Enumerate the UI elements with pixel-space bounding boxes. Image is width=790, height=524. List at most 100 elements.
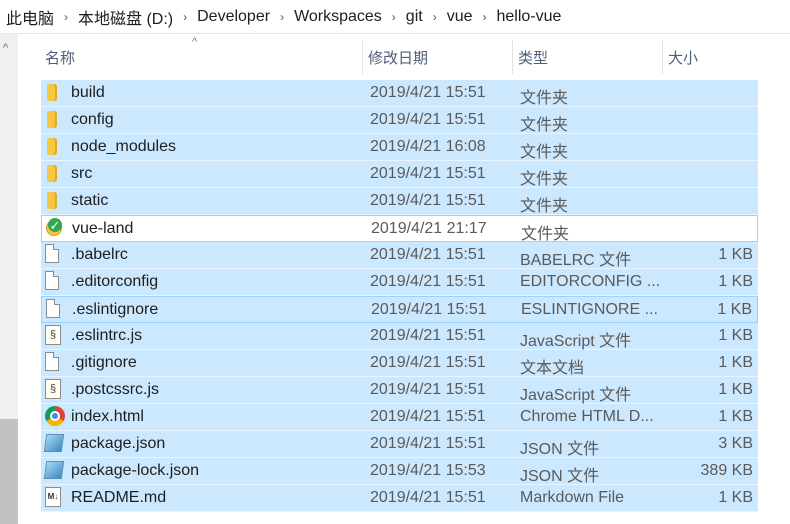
synced-folder-icon	[46, 218, 62, 236]
file-name: config	[71, 111, 114, 128]
breadcrumb-item[interactable]: vue	[447, 8, 473, 26]
file-modified-date: 2019/4/21 15:51	[370, 435, 486, 452]
file-name: package.json	[71, 435, 166, 452]
file-type: 文件夹	[520, 171, 569, 188]
file-modified-date: 2019/4/21 15:51	[371, 301, 487, 318]
file-name: .postcssrc.js	[71, 381, 160, 398]
file-type: 文件夹	[521, 226, 570, 243]
file-row[interactable]: build 2019/4/21 15:51 文件夹	[41, 80, 758, 107]
column-header: ^ 名称 修改日期 类型 大小	[40, 36, 790, 74]
file-row[interactable]: config 2019/4/21 15:51 文件夹	[41, 107, 758, 134]
file-size: 389 KB	[700, 462, 753, 479]
file-icon	[45, 244, 59, 263]
file-row[interactable]: .gitignore 2019/4/21 15:51 文本文档 1 KB	[41, 350, 758, 377]
file-row[interactable]: node_modules 2019/4/21 16:08 文件夹	[41, 134, 758, 161]
breadcrumb-item[interactable]: git	[406, 8, 423, 26]
file-size: 1 KB	[717, 301, 752, 318]
file-type: EDITORCONFIG ...	[520, 273, 661, 290]
scrollbar-thumb[interactable]	[0, 419, 18, 524]
breadcrumb-separator-icon[interactable]: ›	[183, 10, 187, 24]
left-pane-scrollbar[interactable]: ^	[0, 34, 18, 524]
file-name: vue-land	[72, 220, 134, 237]
file-type: 文本文档	[520, 360, 585, 377]
file-type: BABELRC 文件	[520, 252, 632, 269]
file-name: README.md	[71, 489, 167, 506]
file-row[interactable]: M↓ README.md 2019/4/21 15:51 Markdown File 1…	[41, 485, 758, 512]
breadcrumb: 此电脑 › 本地磁盘 (D:) › Developer › Workspaces › git › v…	[0, 0, 790, 34]
column-header-type[interactable]: 类型	[513, 40, 663, 74]
file-size: 1 KB	[718, 489, 753, 506]
file-row[interactable]: § .postcssrc.js 2019/4/21 15:51 JavaScript …	[41, 377, 758, 404]
folder-icon	[47, 84, 57, 101]
chrome-icon	[45, 406, 65, 426]
file-type: JavaScript 文件	[520, 387, 632, 404]
file-row[interactable]: index.html 2019/4/21 15:51 Chrome HTML D..…	[41, 404, 758, 431]
breadcrumb-separator-icon[interactable]: ›	[280, 10, 284, 24]
file-modified-date: 2019/4/21 15:51	[370, 273, 486, 290]
breadcrumb-item[interactable]: hello-vue	[497, 8, 562, 26]
json-file-icon	[43, 461, 65, 479]
file-size: 1 KB	[718, 354, 753, 371]
breadcrumb-separator-icon[interactable]: ›	[64, 10, 68, 24]
file-type: JSON 文件	[520, 468, 600, 485]
folder-icon	[47, 111, 57, 128]
file-row[interactable]: src 2019/4/21 15:51 文件夹	[41, 161, 758, 188]
file-name: src	[71, 165, 93, 182]
file-type: 文件夹	[520, 117, 569, 134]
file-name: .editorconfig	[71, 273, 159, 290]
file-modified-date: 2019/4/21 15:53	[370, 462, 486, 479]
breadcrumb-separator-icon[interactable]: ›	[392, 10, 396, 24]
file-row[interactable]: static 2019/4/21 15:51 文件夹	[41, 188, 758, 215]
file-size: 3 KB	[718, 435, 753, 452]
file-row[interactable]: .editorconfig 2019/4/21 15:51 EDITORCONFIG…	[41, 269, 758, 296]
file-type: Chrome HTML D...	[520, 408, 654, 425]
file-row[interactable]: .eslintignore 2019/4/21 15:51 ESLINTIGNORE…	[41, 296, 758, 323]
column-header-date[interactable]: 修改日期	[363, 40, 513, 74]
file-name: package-lock.json	[71, 462, 200, 479]
file-row[interactable]: package.json 2019/4/21 15:51 JSON 文件 3 KB	[41, 431, 758, 458]
folder-icon	[47, 138, 57, 155]
breadcrumb-item[interactable]: 本地磁盘 (D:)	[78, 5, 173, 29]
file-modified-date: 2019/4/21 15:51	[370, 246, 486, 263]
breadcrumb-item[interactable]: Workspaces	[294, 8, 382, 26]
file-row[interactable]: .babelrc 2019/4/21 15:51 BABELRC 文件 1 KB	[41, 242, 758, 269]
file-icon	[45, 271, 59, 290]
file-type: 文件夹	[520, 198, 569, 215]
column-header-size[interactable]: 大小	[663, 40, 790, 74]
markdown-file-icon: M↓	[45, 487, 61, 507]
file-modified-date: 2019/4/21 16:08	[370, 138, 486, 155]
file-list: build 2019/4/21 15:51 文件夹 config 2019/4/21 1…	[41, 80, 758, 512]
file-icon	[45, 352, 59, 371]
folder-icon	[47, 192, 57, 209]
file-size: 1 KB	[718, 273, 753, 290]
breadcrumb-separator-icon[interactable]: ›	[433, 10, 437, 24]
file-modified-date: 2019/4/21 15:51	[370, 381, 486, 398]
file-row[interactable]: vue-land 2019/4/21 21:17 文件夹	[41, 215, 758, 243]
file-size: 1 KB	[718, 327, 753, 344]
file-modified-date: 2019/4/21 15:51	[370, 327, 486, 344]
breadcrumb-separator-icon[interactable]: ›	[483, 10, 487, 24]
file-name: .gitignore	[71, 354, 137, 371]
file-name: .eslintrc.js	[71, 327, 143, 344]
file-name: build	[71, 84, 105, 101]
file-type: 文件夹	[520, 144, 569, 161]
file-type: 文件夹	[520, 90, 569, 107]
file-name: .eslintignore	[72, 301, 159, 318]
js-file-icon: §	[45, 325, 61, 345]
breadcrumb-item[interactable]: Developer	[197, 8, 270, 26]
file-row[interactable]: § .eslintrc.js 2019/4/21 15:51 JavaScript 文…	[41, 323, 758, 350]
breadcrumb-item[interactable]: 此电脑	[6, 5, 54, 29]
file-size: 1 KB	[718, 246, 753, 263]
js-file-icon: §	[45, 379, 61, 399]
file-size: 1 KB	[718, 381, 753, 398]
folder-icon	[47, 165, 57, 182]
column-header-name[interactable]: 名称	[40, 40, 363, 74]
file-modified-date: 2019/4/21 15:51	[370, 489, 486, 506]
file-type: Markdown File	[520, 489, 625, 506]
scroll-up-arrow-icon[interactable]: ^	[3, 42, 8, 54]
file-name: .babelrc	[71, 246, 128, 263]
file-row[interactable]: package-lock.json 2019/4/21 15:53 JSON 文件 3…	[41, 458, 758, 485]
file-name: static	[71, 192, 109, 209]
file-modified-date: 2019/4/21 21:17	[371, 220, 487, 237]
file-modified-date: 2019/4/21 15:51	[370, 354, 486, 371]
